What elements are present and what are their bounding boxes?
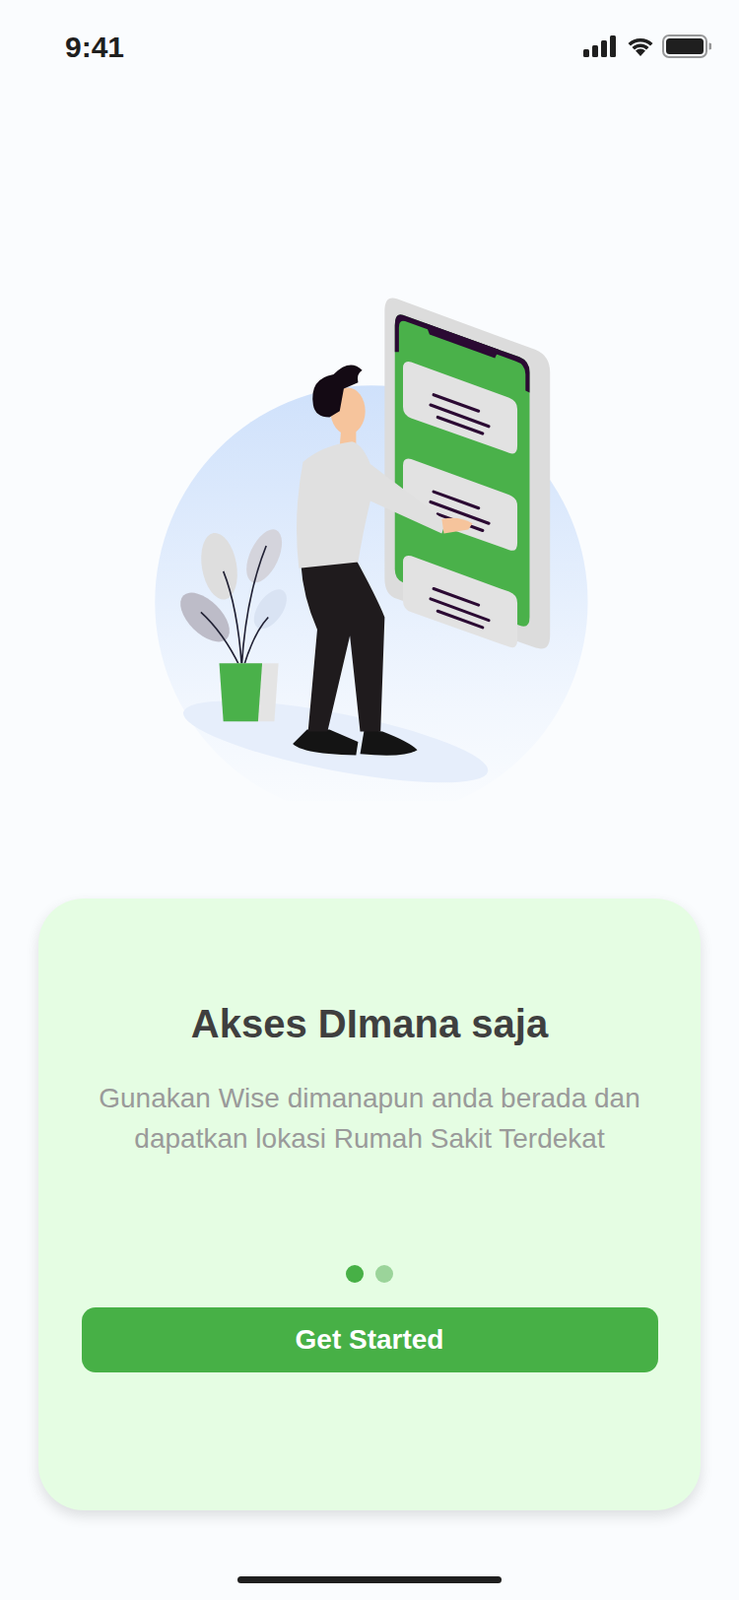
status-icons: [583, 34, 712, 59]
pager-dot[interactable]: [375, 1265, 394, 1283]
onboarding-title: Akses DImana saja: [191, 1000, 548, 1048]
onboarding-illustration: [149, 290, 600, 802]
status-time: 9:41: [65, 24, 125, 69]
home-indicator: [237, 1576, 502, 1584]
onboarding-screen: 9:41 Akses DImana saja Gunakan Wise dimana…: [0, 0, 739, 1600]
illustration-area: [0, 90, 739, 899]
battery-icon: [662, 34, 712, 59]
status-bar: 9:41: [0, 0, 739, 91]
pager-dots: [345, 1265, 394, 1283]
wifi-icon: [625, 35, 656, 58]
onboarding-description: Gunakan Wise dimanapun anda berada dan d…: [93, 1077, 646, 1159]
onboarding-card: Akses DImana saja Gunakan Wise dimanapun …: [38, 898, 701, 1511]
signal-icon: [583, 35, 619, 58]
get-started-button[interactable]: Get Started: [81, 1307, 659, 1373]
pager-dot[interactable]: [345, 1265, 364, 1283]
